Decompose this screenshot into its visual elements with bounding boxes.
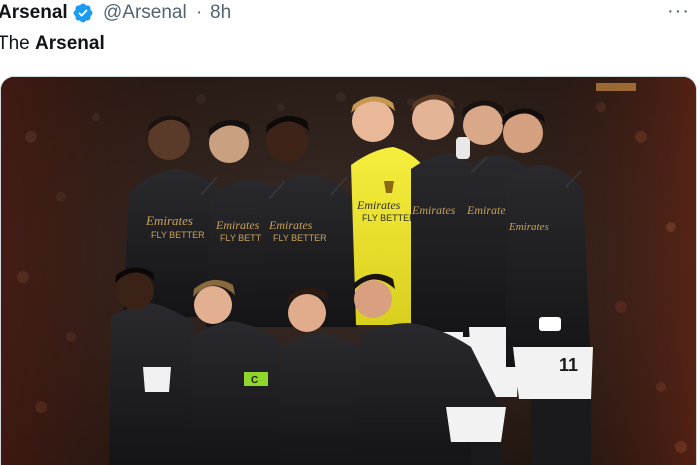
tweet-text-prefix: The xyxy=(0,33,36,54)
armband-letter: C xyxy=(251,375,258,386)
tweet-text: The Arsenal xyxy=(0,33,105,55)
verified-badge-icon xyxy=(73,3,93,23)
sponsor-text: Emirates xyxy=(411,203,456,217)
team-photo-illustration: Emirates FLY BETTER Emirates FLY BETTER … xyxy=(1,77,696,465)
sponsor-text: Emirates xyxy=(268,218,313,232)
tweet-timestamp[interactable]: 8h xyxy=(210,2,231,24)
sponsor-text: Emirates xyxy=(215,218,260,232)
more-options-icon[interactable]: ··· xyxy=(667,0,690,23)
author-name[interactable]: Arsenal xyxy=(0,2,68,24)
stadium-light xyxy=(596,83,636,91)
tweet-header: Arsenal @Arsenal · 8h ··· xyxy=(0,0,700,28)
sponsor-text: Emirates xyxy=(145,213,193,228)
tweet-text-bold: Arsenal xyxy=(35,33,105,54)
tweet-photo[interactable]: Emirates FLY BETTER Emirates FLY BETTER … xyxy=(0,76,697,465)
sponsor-subtext: FLY BETTER xyxy=(273,233,327,243)
separator-dot: · xyxy=(196,2,203,23)
sponsor-text: Emirates xyxy=(356,198,401,212)
sponsor-subtext: FLY BETTER xyxy=(151,230,205,240)
author-handle[interactable]: @Arsenal xyxy=(103,2,187,24)
sponsor-text: Emirates xyxy=(466,203,511,217)
sponsor-text: Emirates xyxy=(508,221,549,233)
sponsor-subtext: FLY BETTER xyxy=(362,213,416,223)
shorts-number: 11 xyxy=(559,355,578,375)
